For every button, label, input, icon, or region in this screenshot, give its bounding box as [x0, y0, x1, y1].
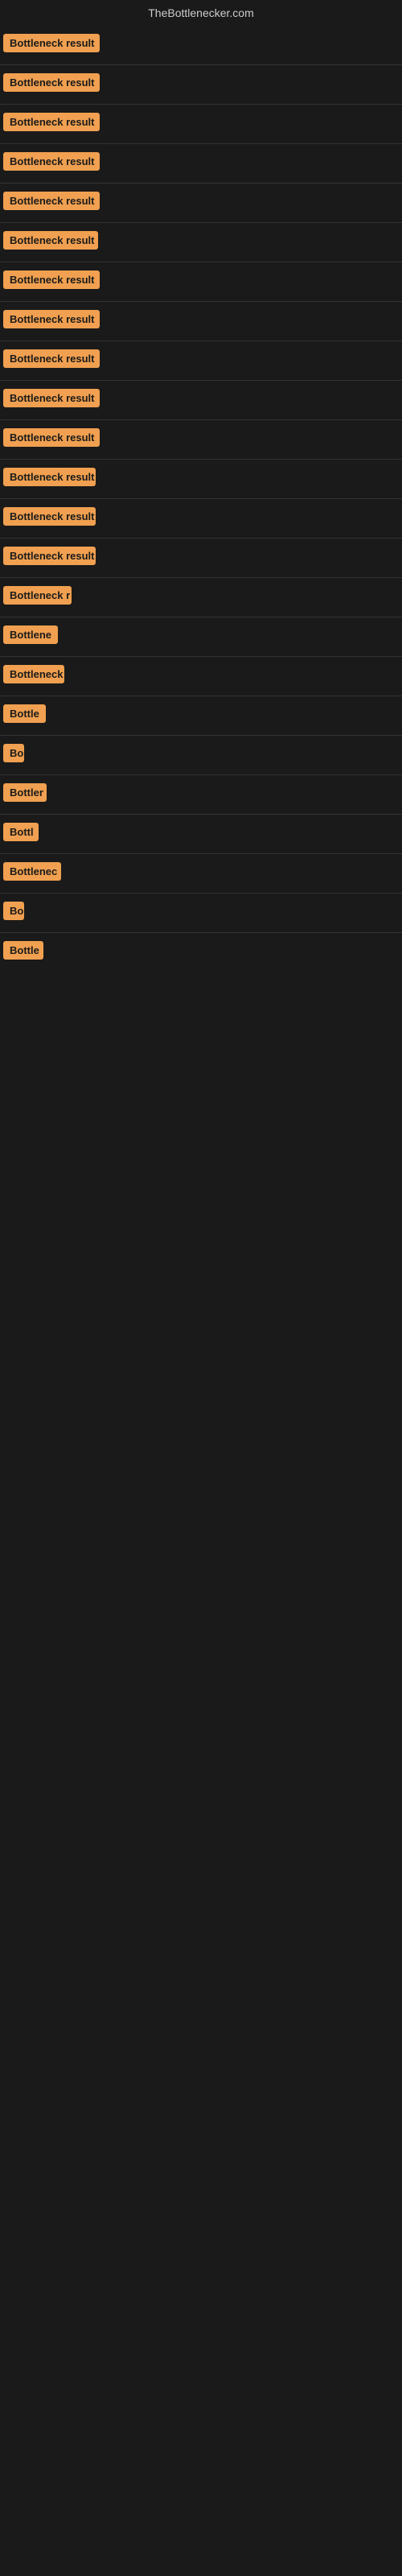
bottleneck-badge-15[interactable]: Bottleneck r: [3, 586, 72, 605]
bottleneck-badge-14[interactable]: Bottleneck result: [3, 547, 96, 565]
badge-row-2: Bottleneck result: [0, 65, 402, 104]
badge-row-5: Bottleneck result: [0, 184, 402, 222]
badge-row-11: Bottleneck result: [0, 420, 402, 459]
bottleneck-badge-11[interactable]: Bottleneck result: [3, 428, 100, 447]
badge-row-1: Bottleneck result: [0, 26, 402, 64]
badge-row-9: Bottleneck result: [0, 341, 402, 380]
badge-row-20: Bottler: [0, 775, 402, 814]
bottleneck-badge-9[interactable]: Bottleneck result: [3, 349, 100, 368]
badge-row-22: Bottlenec: [0, 854, 402, 893]
bottleneck-badge-13[interactable]: Bottleneck result: [3, 507, 96, 526]
badge-row-21: Bottl: [0, 815, 402, 853]
bottleneck-badge-24[interactable]: Bottle: [3, 941, 43, 960]
badge-row-14: Bottleneck result: [0, 539, 402, 577]
badge-row-16: Bottlene: [0, 617, 402, 656]
badge-row-7: Bottleneck result: [0, 262, 402, 301]
badge-row-4: Bottleneck result: [0, 144, 402, 183]
badge-row-8: Bottleneck result: [0, 302, 402, 341]
badge-row-24: Bottle: [0, 933, 402, 972]
badge-row-12: Bottleneck result: [0, 460, 402, 498]
bottleneck-badge-21[interactable]: Bottl: [3, 823, 39, 841]
badge-row-3: Bottleneck result: [0, 105, 402, 143]
site-title: TheBottlenecker.com: [0, 0, 402, 26]
bottleneck-badge-1[interactable]: Bottleneck result: [3, 34, 100, 52]
bottleneck-badge-16[interactable]: Bottlene: [3, 625, 58, 644]
badge-row-18: Bottle: [0, 696, 402, 735]
bottleneck-badge-22[interactable]: Bottlenec: [3, 862, 61, 881]
badge-row-23: Bo: [0, 894, 402, 932]
bottleneck-badge-23[interactable]: Bo: [3, 902, 24, 920]
badge-row-6: Bottleneck result: [0, 223, 402, 262]
badge-row-13: Bottleneck result: [0, 499, 402, 538]
bottleneck-badge-3[interactable]: Bottleneck result: [3, 113, 100, 131]
bottleneck-badge-18[interactable]: Bottle: [3, 704, 46, 723]
bottleneck-badge-20[interactable]: Bottler: [3, 783, 47, 802]
badge-row-15: Bottleneck r: [0, 578, 402, 617]
bottleneck-badge-5[interactable]: Bottleneck result: [3, 192, 100, 210]
badge-row-19: Bo: [0, 736, 402, 774]
bottleneck-badge-19[interactable]: Bo: [3, 744, 24, 762]
bottleneck-badge-12[interactable]: Bottleneck result: [3, 468, 96, 486]
bottleneck-badge-10[interactable]: Bottleneck result: [3, 389, 100, 407]
bottleneck-badge-8[interactable]: Bottleneck result: [3, 310, 100, 328]
badge-row-10: Bottleneck result: [0, 381, 402, 419]
bottleneck-badge-7[interactable]: Bottleneck result: [3, 270, 100, 289]
bottleneck-badge-6[interactable]: Bottleneck result: [3, 231, 98, 250]
bottleneck-badge-17[interactable]: Bottleneck: [3, 665, 64, 683]
bottleneck-badge-4[interactable]: Bottleneck result: [3, 152, 100, 171]
badge-row-17: Bottleneck: [0, 657, 402, 696]
bottleneck-badge-2[interactable]: Bottleneck result: [3, 73, 100, 92]
